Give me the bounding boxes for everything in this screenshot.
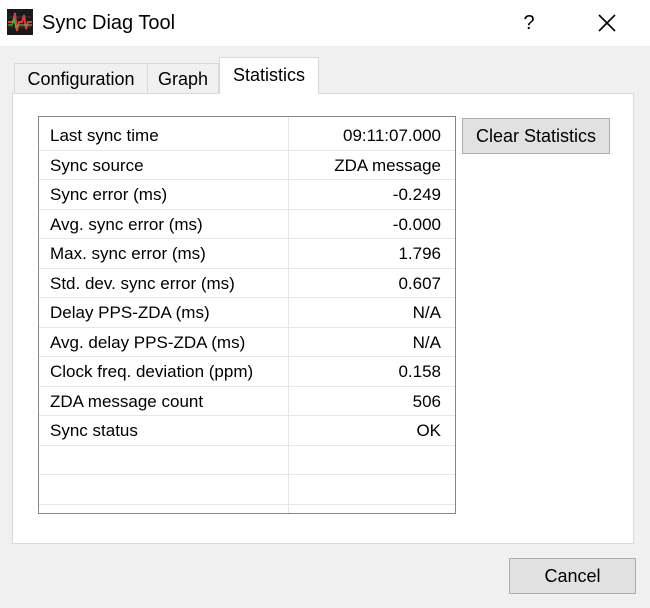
- table-row: ZDA message count 506: [39, 387, 455, 416]
- table-row: Sync error (ms) -0.249: [39, 180, 455, 210]
- table-row: [39, 446, 455, 475]
- tab-configuration[interactable]: Configuration: [14, 63, 148, 93]
- row-label: Avg. delay PPS-ZDA (ms): [50, 332, 246, 352]
- cancel-button[interactable]: Cancel: [509, 558, 636, 594]
- window-title: Sync Diag Tool: [42, 12, 176, 34]
- row-label: Max. sync error (ms): [50, 244, 206, 263]
- row-label: Last sync time: [50, 126, 159, 145]
- table-row: Sync status OK: [39, 416, 455, 446]
- table-row: Sync source ZDA message: [39, 151, 455, 180]
- table-row: Clock freq. deviation (ppm) 0.158: [39, 357, 455, 387]
- row-label: Std. dev. sync error (ms): [50, 273, 235, 293]
- row-value: N/A: [412, 303, 441, 322]
- table-row: Avg. sync error (ms) -0.000: [39, 210, 455, 239]
- row-label: Sync error (ms): [50, 185, 168, 204]
- help-button[interactable]: ?: [508, 0, 550, 46]
- row-label: Delay PPS-ZDA (ms): [50, 303, 210, 322]
- table-row: [39, 475, 455, 505]
- table-row: Delay PPS-ZDA (ms) N/A: [39, 298, 455, 328]
- tab-graph[interactable]: Graph: [147, 63, 219, 93]
- row-value: 0.607: [398, 273, 441, 293]
- row-label: Sync source: [50, 155, 144, 175]
- row-label: Avg. sync error (ms): [50, 214, 203, 234]
- row-label: Sync status: [50, 421, 138, 440]
- row-value: OK: [416, 421, 441, 440]
- clear-statistics-button[interactable]: Clear Statistics: [462, 118, 610, 154]
- title-bar: Sync Diag Tool ?: [0, 0, 650, 46]
- row-value: N/A: [412, 332, 441, 352]
- row-value: 0.158: [398, 362, 441, 381]
- close-button[interactable]: [582, 0, 632, 46]
- table-row: Max. sync error (ms) 1.796: [39, 239, 455, 269]
- table-row: Last sync time 09:11:07.000: [39, 121, 455, 151]
- row-value: 1.796: [398, 244, 441, 263]
- row-value: ZDA message: [334, 155, 441, 175]
- waveform-app-icon: [7, 9, 33, 35]
- table-row: Std. dev. sync error (ms) 0.607: [39, 269, 455, 298]
- statistics-table[interactable]: Last sync time 09:11:07.000 Sync source …: [38, 116, 456, 514]
- row-value: 506: [412, 391, 441, 411]
- tab-statistics[interactable]: Statistics: [219, 57, 319, 94]
- row-label: Clock freq. deviation (ppm): [50, 362, 254, 381]
- row-value: -0.249: [392, 185, 441, 204]
- row-value: 09:11:07.000: [343, 126, 441, 145]
- row-value: -0.000: [392, 214, 441, 234]
- table-row: Avg. delay PPS-ZDA (ms) N/A: [39, 328, 455, 357]
- close-icon: [598, 14, 616, 32]
- row-label: ZDA message count: [50, 391, 204, 411]
